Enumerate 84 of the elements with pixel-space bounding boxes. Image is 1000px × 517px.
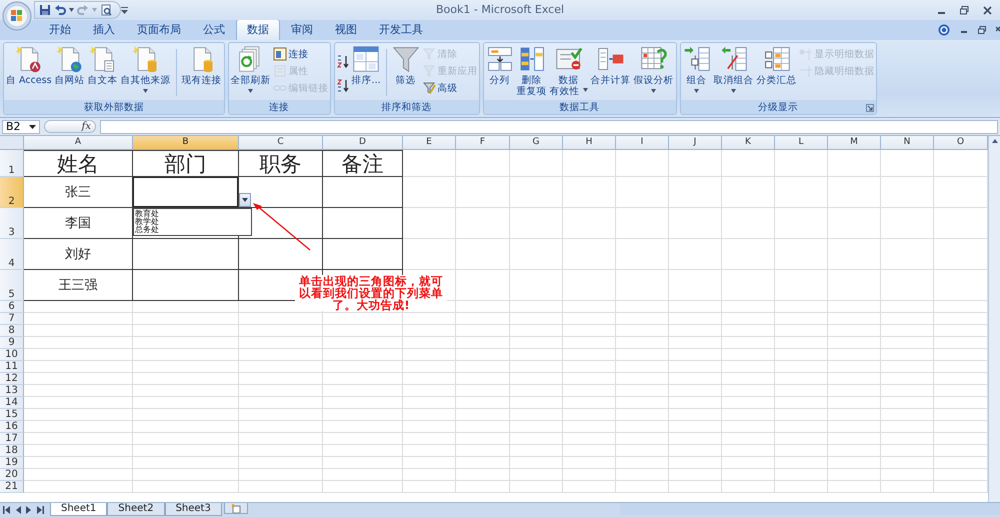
group-label: 连接: [269, 100, 290, 114]
ribbon-button[interactable]: 筛选: [390, 45, 421, 100]
group-label: 排序和筛选: [382, 100, 432, 114]
ribbon-tab[interactable]: 数据: [236, 19, 280, 40]
ribbon-button[interactable]: 数据 有效性: [548, 45, 589, 100]
column-header[interactable]: I: [616, 136, 669, 150]
column-header[interactable]: M: [828, 136, 881, 150]
column-title-cell: 职务: [239, 150, 323, 177]
row-header[interactable]: 18: [0, 445, 24, 457]
ribbon-button[interactable]: 自其他来源: [120, 45, 172, 100]
column-header[interactable]: G: [510, 136, 563, 150]
row-header[interactable]: 11: [0, 361, 24, 373]
row-header[interactable]: 15: [0, 409, 24, 421]
row-header[interactable]: 16: [0, 421, 24, 433]
name-box[interactable]: B2: [2, 120, 40, 134]
column-title-cell: 备注: [323, 150, 403, 177]
row-header[interactable]: 5: [0, 270, 24, 301]
column-header[interactable]: L: [775, 136, 828, 150]
ribbon-button[interactable]: 自 Access: [5, 45, 53, 100]
sheet-tab[interactable]: Sheet3: [164, 503, 222, 516]
column-header[interactable]: E: [403, 136, 456, 150]
ribbon-button[interactable]: 分类汇总: [756, 45, 798, 100]
row-header[interactable]: 17: [0, 433, 24, 445]
row-header[interactable]: 13: [0, 385, 24, 397]
ribbon-button[interactable]: 组合: [682, 45, 712, 100]
ribbon-button[interactable]: 排序...: [350, 45, 382, 100]
table-cell: 刘好: [24, 239, 133, 270]
row-header[interactable]: 9: [0, 337, 24, 349]
row-header[interactable]: 6: [0, 301, 24, 313]
column-header[interactable]: N: [881, 136, 934, 150]
row-header[interactable]: 19: [0, 457, 24, 469]
column-header[interactable]: C: [239, 136, 323, 150]
group-label: 分级显示: [758, 100, 798, 114]
ribbon-button[interactable]: 现有连接: [180, 45, 223, 100]
ribbon-button[interactable]: 全部刷新: [230, 45, 272, 100]
sheet-tab[interactable]: Sheet2: [107, 503, 165, 516]
group-label: 数据工具: [560, 100, 600, 114]
row-header[interactable]: 20: [0, 469, 24, 481]
row-header[interactable]: 21: [0, 481, 24, 493]
sheet-tab[interactable]: Sheet1: [50, 503, 108, 516]
dropdown-option[interactable]: 总务处: [135, 226, 250, 234]
ribbon-button[interactable]: 取消组合: [712, 45, 755, 100]
row-header[interactable]: 3: [0, 208, 24, 239]
ribbon-tab[interactable]: 视图: [324, 19, 368, 40]
column-header[interactable]: K: [722, 136, 775, 150]
group-label: 获取外部数据: [84, 100, 144, 114]
ribbon-button[interactable]: 分列: [484, 45, 515, 100]
row-header[interactable]: 14: [0, 397, 24, 409]
window-title: Book1 - Microsoft Excel: [436, 3, 564, 16]
column-header[interactable]: B: [133, 136, 239, 150]
ribbon-tab[interactable]: 页面布局: [126, 19, 192, 40]
ribbon-tab[interactable]: 开始: [38, 19, 82, 40]
ribbon-tab[interactable]: 插入: [82, 19, 126, 40]
column-title-cell: 部门: [133, 150, 239, 177]
table-cell: 王三强: [24, 270, 133, 301]
ribbon-button[interactable]: 自文本: [86, 45, 119, 100]
column-header[interactable]: F: [456, 136, 510, 150]
row-header[interactable]: 10: [0, 349, 24, 361]
ribbon-tab[interactable]: 公式: [192, 19, 236, 40]
column-header[interactable]: A: [24, 136, 133, 150]
dropdown-option[interactable]: 教学处: [135, 218, 250, 226]
ribbon-button[interactable]: 合并计算: [590, 45, 632, 100]
row-header[interactable]: 4: [0, 239, 24, 270]
table-cell: 张三: [24, 177, 133, 208]
dropdown-option[interactable]: 教育处: [135, 210, 250, 218]
column-title-cell: 姓名: [24, 150, 133, 177]
column-header[interactable]: D: [323, 136, 403, 150]
column-header[interactable]: O: [934, 136, 988, 150]
row-header[interactable]: 12: [0, 373, 24, 385]
ribbon-button[interactable]: 高级: [422, 80, 478, 96]
row-header[interactable]: 1: [0, 150, 24, 177]
row-header[interactable]: 7: [0, 313, 24, 325]
row-header[interactable]: 8: [0, 325, 24, 337]
column-header[interactable]: H: [563, 136, 616, 150]
ribbon-button[interactable]: 自网站: [54, 45, 86, 100]
insert-function-button[interactable]: fx: [82, 121, 91, 132]
column-header[interactable]: J: [669, 136, 722, 150]
ribbon-button[interactable]: 假设分析: [632, 45, 675, 100]
ribbon-button[interactable]: 连接: [272, 46, 329, 62]
ribbon-tab[interactable]: 审阅: [280, 19, 324, 40]
annotation-tooltip: 单击出现的三角图标，就可以看到我们设置的下列菜单了。大功告成!: [295, 275, 447, 311]
row-header[interactable]: 2: [0, 177, 24, 208]
ribbon-tab[interactable]: 开发工具: [368, 19, 434, 40]
ribbon-button[interactable]: 删除 重复项: [516, 45, 548, 100]
